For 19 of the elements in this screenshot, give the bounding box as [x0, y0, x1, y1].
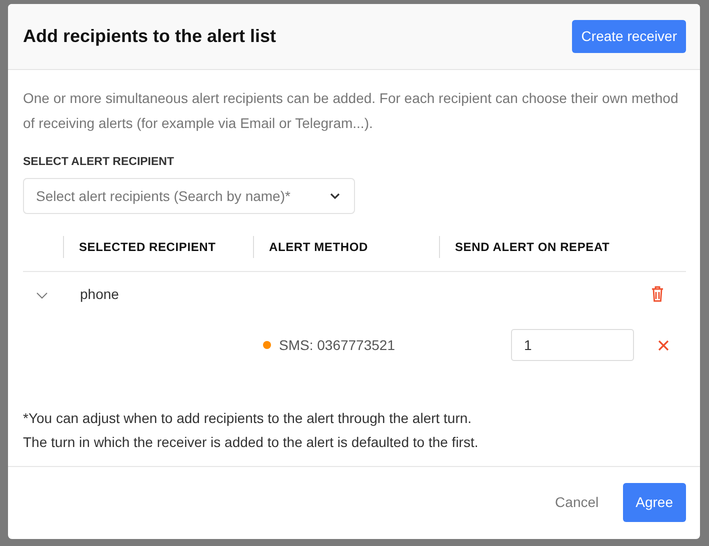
field-label: SELECT ALERT RECIPIENT	[23, 155, 175, 170]
column-header: SELECTED RECIPIENT	[63, 236, 253, 258]
close-icon[interactable]	[658, 340, 669, 351]
alert-method: SMS: 0367773521	[279, 336, 395, 355]
dialog-title: Add recipients to the alert list	[23, 26, 276, 48]
trash-icon[interactable]	[651, 286, 664, 302]
chevron-down-icon[interactable]	[36, 292, 48, 299]
agree-button[interactable]: Agree	[622, 483, 686, 522]
column-header: ALERT METHOD	[253, 236, 439, 258]
description-text: One or more simultaneous alert recipients can be added. For each recipient can choose their own method of receiving alerts (for example via Email or Telegram...).	[23, 89, 680, 133]
cancel-button[interactable]: Cancel	[545, 486, 609, 519]
repeat-input[interactable]: 1	[511, 329, 634, 362]
column-header: SEND ALERT ON REPEAT	[439, 236, 686, 258]
recipient-select[interactable]: Select alert recipients (Search by name)*	[23, 178, 355, 214]
note-text: The turn in which the receiver is added to the alert is defaulted to the first.	[23, 433, 480, 452]
chevron-down-icon	[330, 193, 340, 200]
recipient-name: phone	[79, 284, 120, 304]
note-text: *You can adjust when to add recipients to the alert through the alert turn.	[23, 409, 473, 428]
create-receiver-button[interactable]: Create receiver	[572, 20, 686, 53]
